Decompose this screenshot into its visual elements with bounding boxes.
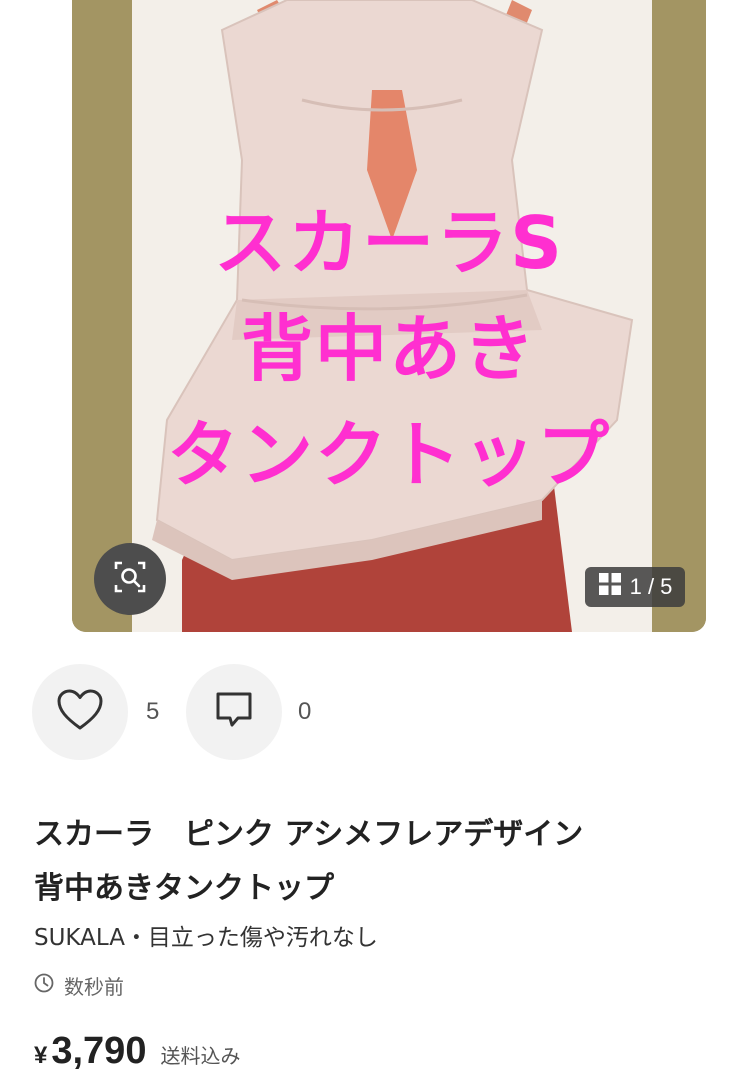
photo-overlay-text: スカーラS 背中あき タンクトップ [72, 190, 706, 508]
heart-icon [56, 688, 104, 736]
item-brand-condition[interactable]: SUKALA・目立った傷や汚れなし [34, 918, 378, 952]
item-title-line: スカーラ ピンク アシメフレアデザイン [34, 817, 584, 852]
price-value: 3,790 [51, 1030, 147, 1072]
comment-count: 0 [298, 698, 312, 725]
image-search-button[interactable] [94, 543, 166, 615]
grid-icon [598, 572, 622, 602]
image-search-icon [112, 559, 148, 599]
item-detail-page: スカーラS 背中あき タンクトップ 1 / 5 5 0 スカーラ ピンク アシメ… [0, 0, 738, 1080]
clock-icon [34, 973, 54, 998]
like-count: 5 [146, 698, 160, 725]
product-photo[interactable]: スカーラS 背中あき タンクトップ [72, 0, 706, 632]
price-currency: ¥ [34, 1042, 48, 1069]
photo-counter-text: 1 / 5 [629, 574, 673, 599]
overlay-line: スカーラS [214, 201, 564, 285]
overlay-line: タンクトップ [166, 413, 611, 497]
photo-carousel[interactable]: スカーラS 背中あき タンクトップ 1 / 5 [0, 0, 738, 632]
item-timestamp: 数秒前 [34, 970, 124, 1000]
item-price-row: ¥ 3,790 送料込み [34, 1030, 240, 1080]
comment-button[interactable] [186, 664, 282, 760]
like-button[interactable] [32, 664, 128, 760]
action-row: 5 0 [32, 664, 632, 760]
item-title: スカーラ ピンク アシメフレアデザイン 背中あきタンクトップ [34, 808, 724, 916]
overlay-line: 背中あき [240, 307, 537, 391]
shipping-label: 送料込み [160, 1044, 241, 1068]
photo-counter-badge[interactable]: 1 / 5 [585, 567, 685, 607]
comment-icon [214, 690, 254, 734]
item-title-line: 背中あきタンクトップ [34, 871, 334, 906]
timestamp-text: 数秒前 [64, 974, 124, 999]
